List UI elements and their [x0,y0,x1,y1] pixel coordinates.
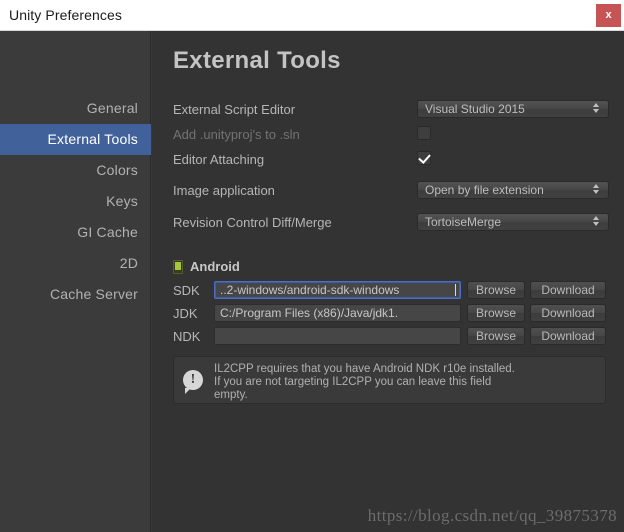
row-android-sdk: SDK ..2-windows/android-sdk-windows Brow… [152,281,624,301]
chevron-updown-icon [593,184,601,196]
row-editor-attaching: Editor Attaching [152,150,624,172]
checkbox-add-unityproj[interactable] [417,126,431,140]
input-android-ndk[interactable] [214,327,461,345]
input-android-jdk[interactable]: C:/Program Files (x86)/Java/jdk1. [214,304,461,322]
info-box: IL2CPP requires that you have Android ND… [173,356,606,404]
label-add-unityproj: Add .unityproj's to .sln [173,127,300,142]
browse-button-sdk[interactable]: Browse [467,281,525,299]
sidebar-item-general[interactable]: General [0,93,151,124]
download-button-ndk[interactable]: Download [530,327,606,345]
dropdown-external-script-editor[interactable]: Visual Studio 2015 [417,100,609,118]
chevron-updown-icon [593,103,601,115]
value-android-sdk: ..2-windows/android-sdk-windows [220,283,400,297]
sidebar-item-external-tools[interactable]: External Tools [0,124,151,155]
label-image-application: Image application [173,183,275,198]
row-revision-control: Revision Control Diff/Merge TortoiseMerg… [152,213,624,235]
label-android-ndk: NDK [173,329,201,344]
page-title: External Tools [173,47,341,74]
window-body: General External Tools Colors Keys GI Ca… [0,31,624,532]
label-android-sdk: SDK [173,283,200,298]
input-android-sdk[interactable]: ..2-windows/android-sdk-windows [214,281,461,299]
row-add-unityproj: Add .unityproj's to .sln [152,125,624,147]
android-section-label: Android [190,259,240,274]
watermark: https://blog.csdn.net/qq_39875378 [367,506,617,525]
label-editor-attaching: Editor Attaching [173,152,265,167]
window-title: Unity Preferences [9,7,122,23]
sidebar: General External Tools Colors Keys GI Ca… [0,31,151,532]
dropdown-value-external-script-editor: Visual Studio 2015 [425,102,525,116]
checkbox-editor-attaching[interactable] [417,151,431,165]
android-icon [173,260,183,274]
dropdown-image-application[interactable]: Open by file extension [417,181,609,199]
title-bar: Unity Preferences x [0,0,624,31]
exclamation-icon [183,370,203,394]
sidebar-item-2d[interactable]: 2D [0,248,151,279]
download-button-sdk[interactable]: Download [530,281,606,299]
row-android-jdk: JDK C:/Program Files (x86)/Java/jdk1. Br… [152,304,624,324]
label-android-jdk: JDK [173,306,198,321]
dropdown-value-image-application: Open by file extension [425,183,544,197]
unity-preferences-window: Unity Preferences x General External Too… [0,0,624,532]
dropdown-value-revision-control: TortoiseMerge [425,215,502,229]
row-image-application: Image application Open by file extension [152,181,624,203]
sidebar-list: General External Tools Colors Keys GI Ca… [0,93,151,310]
browse-button-ndk[interactable]: Browse [467,327,525,345]
content-panel: External Tools External Script Editor Vi… [152,31,624,532]
chevron-updown-icon [593,216,601,228]
sidebar-item-cache-server[interactable]: Cache Server [0,279,151,310]
sidebar-item-colors[interactable]: Colors [0,155,151,186]
browse-button-jdk[interactable]: Browse [467,304,525,322]
row-android-ndk: NDK Browse Download [152,327,624,347]
text-caret [455,284,456,296]
info-box-text: IL2CPP requires that you have Android ND… [214,363,515,401]
close-icon[interactable]: x [596,4,621,27]
value-android-jdk: C:/Program Files (x86)/Java/jdk1. [220,306,399,320]
label-revision-control: Revision Control Diff/Merge [173,215,332,230]
label-external-script-editor: External Script Editor [173,102,296,117]
row-external-script-editor: External Script Editor Visual Studio 201… [152,100,624,122]
sidebar-item-gi-cache[interactable]: GI Cache [0,217,151,248]
sidebar-item-keys[interactable]: Keys [0,186,151,217]
dropdown-revision-control[interactable]: TortoiseMerge [417,213,609,231]
download-button-jdk[interactable]: Download [530,304,606,322]
